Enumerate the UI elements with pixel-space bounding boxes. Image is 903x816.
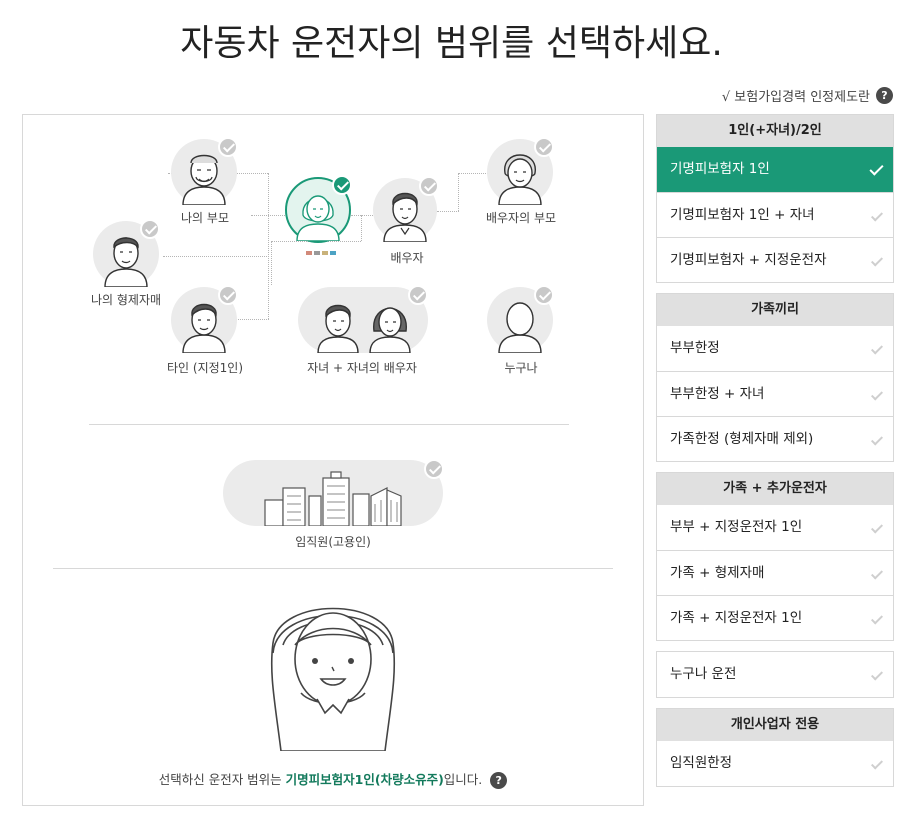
check-icon	[870, 668, 884, 681]
node-label: 누구나	[504, 361, 538, 375]
group-anyone: 누구나 운전	[656, 651, 894, 698]
check-icon	[870, 433, 884, 446]
check-icon	[140, 219, 160, 239]
group-header: 가족끼리	[657, 294, 893, 326]
node-label: 배우자의 부모	[485, 211, 557, 225]
summary-selected-value: 기명피보험자1인(차량소유주)	[285, 772, 444, 787]
check-icon	[870, 567, 884, 580]
option-label: 가족 + 지정운전자 1인	[670, 610, 803, 626]
employee-avatar	[223, 460, 443, 526]
check-icon	[332, 175, 352, 195]
check-icon	[870, 521, 884, 534]
connector-line	[271, 241, 272, 285]
option-couple-only[interactable]: 부부한정	[657, 326, 893, 371]
connector-line	[458, 173, 459, 211]
check-icon	[870, 209, 884, 222]
option-family-only[interactable]: 가족한정 (형제자매 제외)	[657, 416, 893, 461]
help-icon[interactable]: ?	[876, 87, 893, 104]
group-family-plus-drivers: 가족 + 추가운전자 부부 + 지정운전자 1인 가족 + 형제자매 가족 + …	[656, 472, 894, 641]
option-label: 기명피보험자 1인 + 자녀	[670, 207, 815, 223]
check-icon	[870, 342, 884, 355]
group-family: 가족끼리 부부한정 부부한정 + 자녀 가족한정 (형제자매 제외)	[656, 293, 894, 462]
option-insured-plus-children[interactable]: 기명피보험자 1인 + 자녀	[657, 192, 893, 237]
option-couple-plus-children[interactable]: 부부한정 + 자녀	[657, 371, 893, 416]
check-icon	[534, 285, 554, 305]
group-header: 가족 + 추가운전자	[657, 473, 893, 505]
check-icon	[218, 137, 238, 157]
group-business-owner: 개인사업자 전용 임직원한정	[656, 708, 894, 787]
connector-line	[351, 215, 373, 216]
option-label: 가족한정 (형제자매 제외)	[670, 431, 814, 447]
option-label: 부부한정 + 자녀	[670, 386, 765, 402]
option-insured-only[interactable]: 기명피보험자 1인	[657, 147, 893, 192]
summary-suffix: 입니다.	[443, 772, 483, 787]
connector-line	[437, 211, 459, 212]
option-anyone[interactable]: 누구나 운전	[657, 652, 893, 697]
node-label: 나의 부모	[181, 211, 229, 225]
insurance-history-link-label: √ 보험가입경력 인정제도란	[721, 90, 870, 105]
connector-line	[458, 173, 488, 174]
driver-diagram-panel: 나의 부모 나의 형제자매 배우자 배우자의 부모 타인 (지정1인) 자녀 +…	[22, 114, 644, 806]
option-family-plus-designated[interactable]: 가족 + 지정운전자 1인	[657, 595, 893, 640]
driver-range-options: 1인(+자녀)/2인 기명피보험자 1인 기명피보험자 1인 + 자녀 기명피보…	[656, 114, 894, 797]
summary-prefix: 선택하신 운전자 범위는	[158, 772, 286, 787]
connector-line	[163, 256, 269, 257]
option-label: 부부 + 지정운전자 1인	[670, 519, 803, 535]
node-label: 자녀 + 자녀의 배우자	[307, 361, 417, 375]
option-couple-plus-designated[interactable]: 부부 + 지정운전자 1인	[657, 505, 893, 550]
divider	[53, 568, 613, 569]
selection-summary: 선택하신 운전자 범위는 기명피보험자1인(차량소유주)입니다. ?	[23, 769, 643, 789]
buildings-icon	[264, 471, 402, 526]
option-label: 기명피보험자 + 지정운전자	[670, 252, 827, 268]
check-icon	[408, 285, 428, 305]
insurance-history-link[interactable]: √ 보험가입경력 인정제도란 ?	[722, 86, 893, 105]
check-icon	[419, 176, 439, 196]
node-label: 배우자	[390, 251, 424, 265]
check-icon	[870, 254, 884, 267]
group-single-or-two: 1인(+자녀)/2인 기명피보험자 1인 기명피보험자 1인 + 자녀 기명피보…	[656, 114, 894, 283]
check-icon	[869, 161, 884, 176]
option-label: 가족 + 형제자매	[670, 565, 765, 581]
check-icon	[870, 388, 884, 401]
option-family-plus-siblings[interactable]: 가족 + 형제자매	[657, 550, 893, 595]
option-label: 누구나 운전	[670, 666, 737, 682]
option-label: 기명피보험자 1인	[670, 161, 770, 177]
connector-line	[361, 215, 362, 241]
help-icon[interactable]: ?	[490, 772, 508, 789]
me-marker	[306, 251, 336, 255]
check-icon	[218, 285, 238, 305]
divider	[89, 424, 569, 425]
option-insured-plus-designated[interactable]: 기명피보험자 + 지정운전자	[657, 237, 893, 282]
option-label: 부부한정	[670, 340, 720, 356]
group-header: 1인(+자녀)/2인	[657, 115, 893, 147]
node-label: 타인 (지정1인)	[166, 361, 244, 375]
check-icon	[424, 459, 444, 479]
connector-line	[235, 319, 269, 320]
connector-line	[268, 173, 269, 319]
page-title: 자동차 운전자의 범위를 선택하세요.	[180, 23, 723, 64]
node-label: 임직원(고용인)	[295, 535, 371, 549]
check-icon	[534, 137, 554, 157]
check-icon	[870, 612, 884, 625]
group-header: 개인사업자 전용	[657, 709, 893, 741]
woman-illustration-icon	[270, 607, 396, 751]
node-label: 나의 형제자매	[90, 293, 162, 307]
option-employees-only[interactable]: 임직원한정	[657, 741, 893, 786]
check-icon	[870, 757, 884, 770]
option-label: 임직원한정	[670, 755, 733, 771]
